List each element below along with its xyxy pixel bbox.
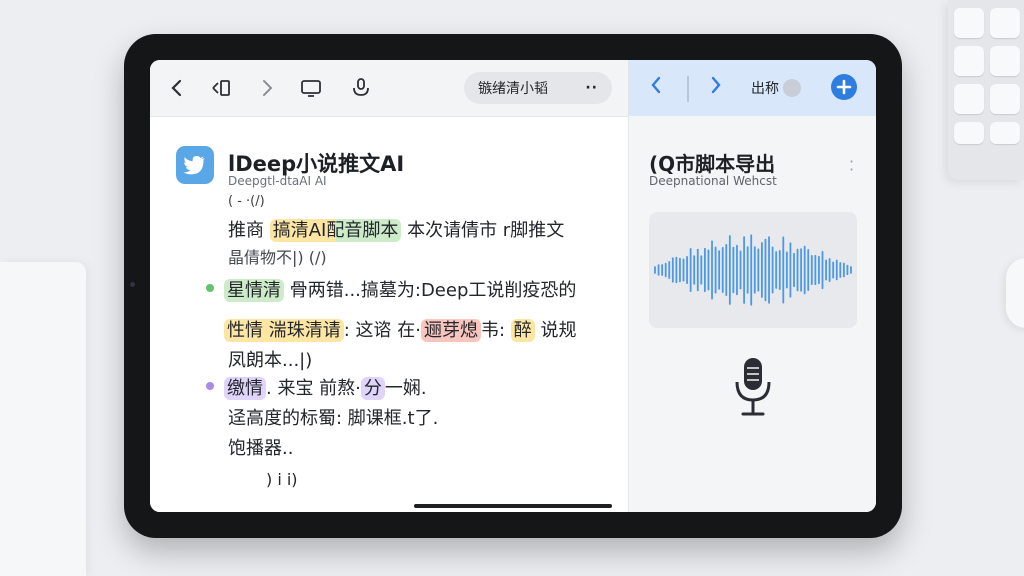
monitor-icon[interactable] — [298, 76, 324, 100]
more-icon[interactable]: ·· — [585, 80, 598, 96]
settings-gear-icon[interactable] — [831, 74, 857, 100]
text-line-8[interactable]: 饱播器.. — [228, 434, 293, 460]
kebab-menu-icon[interactable]: · · — [849, 154, 854, 178]
keyboard-key — [954, 122, 984, 144]
green-tag: 星情清 — [224, 279, 284, 302]
panel-subtitle: Deepnational Wehcst — [649, 174, 777, 188]
microphone-icon[interactable] — [733, 356, 773, 422]
keyboard-key — [954, 46, 984, 76]
text-segment: : 这谘 在· — [343, 320, 421, 341]
front-camera — [130, 282, 135, 287]
text-segment: 推商 — [228, 220, 270, 241]
text-segment: . 来宝 前熬· — [266, 378, 361, 399]
back-chevron-icon[interactable] — [164, 76, 190, 100]
export-panel: 出称 (Q市脚本导出 Deepnational Wehcst · · — [628, 60, 876, 512]
text-line-6[interactable]: 缴情. 来宝 前熬· 分一娴. — [224, 374, 427, 400]
desk-card — [0, 262, 86, 576]
panel-title: (Q市脚本导出 — [649, 152, 776, 176]
text-line-7[interactable]: 迳高度的标蜀: 脚课框.t了. — [228, 404, 438, 430]
export-label: 出称 — [751, 81, 779, 97]
text-line-2[interactable]: 晶倩物不|) (/) — [228, 244, 327, 268]
undo-icon[interactable] — [208, 76, 234, 100]
twitter-bird-icon — [176, 146, 214, 184]
purple-tag: 缴情 — [224, 377, 266, 400]
text-segment: 说规 — [534, 320, 577, 341]
text-segment: 韦: — [480, 320, 511, 341]
text-line-4[interactable]: 性情 湍珠清请: 这谘 在· 逦芽熄 韦: 醉 说规 — [224, 316, 577, 342]
microphone-hand-icon[interactable] — [348, 76, 374, 100]
export-button[interactable]: 出称 — [751, 78, 801, 98]
paren-line: ( - ·(/) — [228, 194, 265, 209]
text-line-3[interactable]: 星情清 骨两错...搞墓为:Deep工说削疫恐的 — [224, 276, 576, 302]
red-tag: 逦芽熄 — [420, 319, 481, 342]
highlighted-segment: 搞清AI配音脚本 — [269, 219, 402, 242]
app-subtitle: Deepgtl-dtaAI AI — [228, 174, 327, 188]
keyboard-key — [990, 122, 1020, 144]
mouse — [1006, 258, 1024, 328]
keyboard — [948, 0, 1024, 180]
yellow-tag: 醉 — [510, 319, 535, 342]
keyboard-key — [990, 84, 1020, 114]
search-text: 镞绪清小韬 — [478, 81, 548, 97]
keyboard-key — [990, 46, 1020, 76]
text-line-5[interactable]: 凤朗本...|) — [228, 346, 312, 372]
text-segment: 骨两错...搞墓为:Deep工说削疫恐的 — [284, 280, 577, 301]
toolbar-divider — [687, 76, 689, 102]
text-segment: 本次请倩市 r脚推文 — [401, 220, 565, 241]
yellow-tag: 性情 湍珠清请 — [224, 319, 344, 342]
forward-chevron-icon[interactable] — [254, 76, 280, 100]
audio-waveform — [654, 234, 852, 306]
home-indicator — [414, 504, 612, 508]
toggle-icon[interactable] — [783, 79, 801, 97]
text-line-1[interactable]: 推商 搞清AI配音脚本 本次请倩市 r脚推文 — [228, 216, 564, 242]
editor-toolbar: 镞绪清小韬 ·· — [150, 60, 628, 117]
keyboard-key — [954, 84, 984, 114]
prev-chevron-icon[interactable] — [649, 74, 663, 102]
next-chevron-icon[interactable] — [709, 74, 723, 102]
text-line-9[interactable]: ) i i) — [266, 470, 298, 489]
search-pill[interactable]: 镞绪清小韬 ·· — [464, 72, 612, 104]
editor-pane: 镞绪清小韬 ·· lDeep小说推文AI Deepgtl-dtaAI AI ( … — [150, 60, 628, 512]
keyboard-key — [954, 8, 984, 38]
green-bullet — [206, 284, 214, 292]
keyboard-key — [990, 8, 1020, 38]
text-segment: 一娴. — [384, 378, 427, 399]
purple-tag: 分 — [360, 377, 385, 400]
tablet-device: 镞绪清小韬 ·· lDeep小说推文AI Deepgtl-dtaAI AI ( … — [124, 34, 902, 538]
purple-bullet — [206, 382, 214, 390]
panel-toolbar: 出称 — [629, 60, 876, 116]
tablet-screen: 镞绪清小韬 ·· lDeep小说推文AI Deepgtl-dtaAI AI ( … — [150, 60, 876, 512]
waveform-card — [649, 212, 857, 328]
